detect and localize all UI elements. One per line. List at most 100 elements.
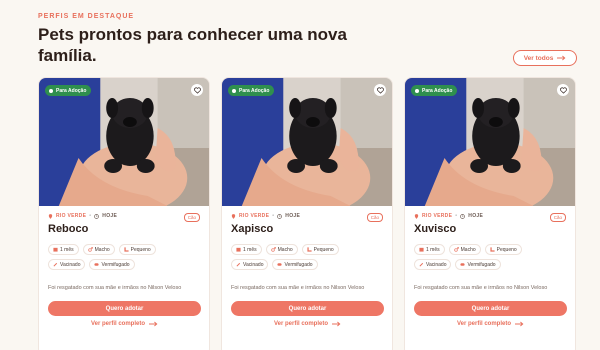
adoption-badge: Para Adoção: [45, 85, 92, 96]
pet-tag: Vermifugado: [272, 259, 318, 270]
syringe-icon: [419, 262, 424, 267]
view-profile-link[interactable]: Ver perfil completo: [231, 321, 384, 327]
pet-tag: Pequeno: [301, 244, 339, 255]
section-headline: Pets prontos para conhecer uma nova famí…: [38, 25, 347, 65]
pet-tag-label: Pequeno: [496, 246, 517, 253]
pet-tag-label: 1 mês: [426, 246, 440, 253]
puppy-photo: [405, 78, 575, 206]
pet-name: Xuvisco: [414, 223, 457, 235]
pet-photo[interactable]: Para Adoção: [222, 78, 392, 206]
view-profile-link[interactable]: Ver perfil completo: [414, 321, 567, 327]
pet-card[interactable]: Para Adoção RIO VERDE • HOJE Cão Reboco …: [38, 77, 210, 350]
favorite-button[interactable]: [191, 84, 203, 96]
pet-tag: Vacinado: [414, 259, 452, 270]
pet-tag-label: Vacinado: [243, 261, 264, 268]
arrow-right-icon: [149, 321, 158, 327]
male-icon: [270, 247, 276, 252]
pet-posted-when: HOJE: [285, 213, 301, 219]
male-icon: [87, 247, 93, 252]
adopt-button[interactable]: Quero adotar: [414, 301, 567, 316]
heart-icon: [559, 87, 567, 94]
see-all-label: Ver todos: [523, 54, 554, 62]
favorite-button[interactable]: [557, 84, 569, 96]
pet-tag-label: Vermifugado: [284, 261, 313, 268]
size-icon: [124, 247, 129, 252]
pet-description: Foi resgatado com sua mãe e irmãos no Ni…: [414, 285, 548, 291]
pet-tag: Vermifugado: [455, 259, 501, 270]
view-profile-label: Ver perfil completo: [90, 321, 145, 327]
size-icon: [307, 247, 312, 252]
adoption-badge-label: Para Adoção: [422, 87, 453, 94]
clock-icon: [94, 213, 100, 219]
species-badge: Cão: [366, 213, 383, 222]
pet-tag: 1 mês: [231, 244, 262, 255]
pet-city: RIO VERDE: [56, 213, 87, 219]
pill-icon: [460, 262, 466, 267]
pet-description: Foi resgatado com sua mãe e irmãos no Ni…: [48, 285, 182, 291]
meta-separator: •: [272, 213, 275, 219]
view-profile-label: Ver perfil completo: [456, 321, 511, 327]
pet-card[interactable]: Para Adoção RIO VERDE • HOJE Cão Xapisco…: [221, 77, 393, 350]
pet-tag: Vacinado: [231, 259, 269, 270]
pet-description: Foi resgatado com sua mãe e irmãos no Ni…: [231, 285, 365, 291]
syringe-icon: [53, 262, 58, 267]
pet-tag-label: Vacinado: [60, 261, 81, 268]
pet-card[interactable]: Para Adoção RIO VERDE • HOJE Cão Xuvisco…: [404, 77, 576, 350]
pet-tag-label: Macho: [460, 246, 476, 253]
pet-tag-label: Vermifugado: [467, 261, 496, 268]
heart-icon: [376, 87, 384, 94]
calendar-icon: [236, 247, 241, 252]
adoption-badge: Para Adoção: [411, 85, 458, 96]
location-pin-icon: [48, 213, 53, 219]
pet-tag-label: Pequeno: [130, 246, 151, 253]
species-badge: Cão: [549, 213, 566, 222]
favorite-button[interactable]: [374, 84, 386, 96]
pill-icon: [277, 262, 283, 267]
location-pin-icon: [414, 213, 419, 219]
species-badge: Cão: [183, 213, 200, 222]
adoption-badge-label: Para Adoção: [56, 87, 87, 94]
arrow-right-icon: [557, 55, 566, 61]
status-dot-icon: [415, 88, 419, 93]
pet-city: RIO VERDE: [239, 213, 270, 219]
see-all-button[interactable]: Ver todos: [513, 50, 577, 66]
pet-tags: 1 mês Macho Pequeno Vacinado Vermifugado: [231, 244, 371, 270]
pet-name: Reboco: [48, 223, 89, 235]
syringe-icon: [236, 262, 241, 267]
pet-name: Xapisco: [231, 223, 274, 235]
clock-icon: [277, 213, 283, 219]
calendar-icon: [419, 247, 424, 252]
status-dot-icon: [232, 88, 236, 93]
meta-separator: •: [455, 213, 458, 219]
puppy-photo: [222, 78, 392, 206]
male-icon: [453, 247, 459, 252]
adopt-button[interactable]: Quero adotar: [231, 301, 384, 316]
pet-photo[interactable]: Para Adoção: [39, 78, 209, 206]
pet-tag-label: 1 mês: [60, 246, 74, 253]
pet-tag-label: Vacinado: [426, 261, 447, 268]
pill-icon: [94, 262, 100, 267]
calendar-icon: [53, 247, 58, 252]
pet-posted-when: HOJE: [468, 213, 484, 219]
adopt-button[interactable]: Quero adotar: [48, 301, 201, 316]
pet-tag-label: 1 mês: [243, 246, 257, 253]
adoption-badge: Para Adoção: [228, 85, 275, 96]
meta-separator: •: [89, 213, 92, 219]
pet-tags: 1 mês Macho Pequeno Vacinado Vermifugado: [48, 244, 188, 270]
pet-tag: Vacinado: [48, 259, 86, 270]
pet-tag: Pequeno: [484, 244, 522, 255]
pet-tag: Macho: [82, 244, 115, 255]
arrow-right-icon: [332, 321, 341, 327]
pet-tag-label: Macho: [277, 246, 293, 253]
heart-icon: [193, 87, 201, 94]
pet-tag-label: Macho: [94, 246, 110, 253]
pet-photo[interactable]: Para Adoção: [405, 78, 575, 206]
pet-tag: 1 mês: [414, 244, 445, 255]
view-profile-link[interactable]: Ver perfil completo: [48, 321, 201, 327]
pet-tag-label: Vermifugado: [101, 261, 130, 268]
puppy-photo: [39, 78, 209, 206]
pet-posted-when: HOJE: [102, 213, 118, 219]
pet-tag: Macho: [265, 244, 298, 255]
view-profile-label: Ver perfil completo: [273, 321, 328, 327]
adoption-badge-label: Para Adoção: [239, 87, 270, 94]
